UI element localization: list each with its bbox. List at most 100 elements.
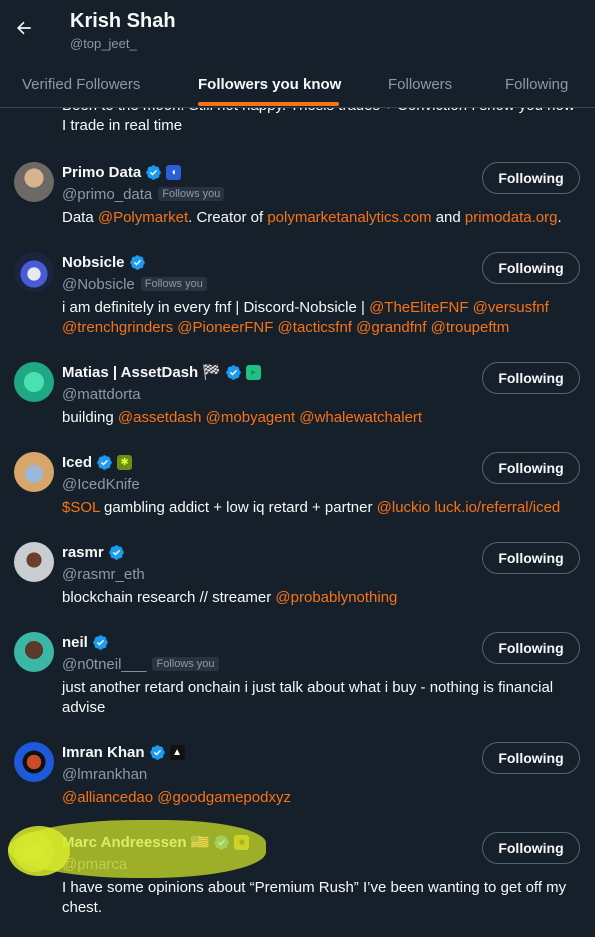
avatar[interactable] — [14, 162, 54, 202]
bio-link[interactable]: primodata.org — [465, 209, 558, 226]
back-button[interactable] — [12, 16, 36, 40]
handle-line: @mattdorta — [62, 384, 141, 404]
user-bio: $SOL gambling addict + low iq retard + p… — [62, 498, 586, 518]
tab-followers[interactable]: Followers — [388, 60, 452, 108]
bio-text: I have some opinions about “Premium Rush… — [62, 879, 567, 916]
handle-line: @pmarca — [62, 854, 127, 874]
verified-badge-icon — [149, 744, 165, 760]
bio-link[interactable]: @luckio — [377, 499, 431, 516]
avatar[interactable] — [14, 832, 54, 872]
affiliation-badge-icon[interactable]: ▸ — [246, 364, 262, 380]
verified-badge-icon — [129, 254, 145, 270]
bio-link[interactable]: @trenchgrinders — [62, 319, 173, 336]
user-row[interactable]: Iced ✱ @IcedKnife $SOL gambling addict + lo… — [0, 452, 595, 542]
avatar[interactable] — [14, 362, 54, 402]
bio-link[interactable]: luck.io/referral/iced — [434, 499, 560, 516]
user-name[interactable]: Imran Khan — [62, 744, 145, 761]
bio-link[interactable]: @mobyagent — [206, 409, 295, 426]
user-handle[interactable]: @IcedKnife — [62, 476, 140, 493]
following-button[interactable]: Following — [482, 452, 580, 484]
bio-link[interactable]: @whalewatchalert — [299, 409, 422, 426]
bio-link[interactable]: @grandfnf — [356, 319, 426, 336]
handle-line: @lmrankhan — [62, 764, 147, 784]
name-line: Nobsicle — [62, 252, 146, 272]
bio-text: building — [62, 409, 118, 426]
bio-link[interactable]: @versusfnf — [473, 299, 549, 316]
following-button[interactable]: Following — [482, 542, 580, 574]
user-handle[interactable]: @pmarca — [62, 856, 127, 873]
following-button[interactable]: Following — [482, 632, 580, 664]
profile-header: Krish Shah @top_jeet_ Verified Followers… — [0, 0, 595, 108]
tab-verified-followers[interactable]: Verified Followers — [22, 60, 140, 108]
name-line: rasmr — [62, 542, 125, 562]
user-name[interactable]: rasmr — [62, 544, 104, 561]
tab-bar: Verified Followers Followers you know Fo… — [0, 60, 595, 108]
tab-following[interactable]: Following — [505, 60, 568, 108]
bio-link[interactable]: @tacticsfnf — [278, 319, 352, 336]
bio-text: . Creator of — [188, 209, 268, 226]
bio-link[interactable]: @troupeftm — [431, 319, 510, 336]
follows-you-badge: Follows you — [158, 187, 225, 201]
user-name[interactable]: neil — [62, 634, 88, 651]
tab-followers-you-know[interactable]: Followers you know — [198, 60, 341, 108]
affiliation-badge-icon[interactable]: ✱ — [117, 454, 133, 470]
bio-link[interactable]: @goodgamepodxyz — [157, 789, 291, 806]
bio-link[interactable]: $SOL — [62, 499, 100, 516]
bio-link[interactable]: @assetdash — [118, 409, 202, 426]
affiliation-badge-icon[interactable]: ▲ — [169, 744, 185, 760]
verified-badge-icon — [93, 634, 108, 650]
user-row[interactable]: rasmr @rasmr_eth blockchain research // st… — [0, 542, 595, 632]
following-button[interactable]: Following — [482, 162, 580, 194]
user-handle[interactable]: @primo_data — [62, 186, 152, 203]
user-row[interactable]: Marc Andreessen 🇺🇸 ■ @pmarca I have some op… — [0, 832, 595, 922]
name-line: Imran Khan ▲ — [62, 742, 185, 762]
name-line: Primo Data ◖ — [62, 162, 182, 182]
following-button[interactable]: Following — [482, 362, 580, 394]
user-bio: Data @Polymarket. Creator of polymarketa… — [62, 208, 586, 228]
avatar[interactable] — [14, 452, 54, 492]
user-row[interactable]: Imran Khan ▲ @lmrankhan @alliancedao @goodg… — [0, 742, 595, 832]
user-row[interactable]: Primo Data ◖ @primo_data Follows you Data @P… — [0, 162, 595, 252]
user-handle[interactable]: @rasmr_eth — [62, 566, 145, 583]
user-name[interactable]: Matias | AssetDash 🏁 — [62, 363, 221, 381]
bio-link[interactable]: @PioneerFNF — [177, 319, 273, 336]
follows-you-badge: Follows you — [140, 277, 207, 291]
user-handle[interactable]: @Nobsicle — [62, 276, 135, 293]
user-name[interactable]: Nobsicle — [62, 254, 125, 271]
handle-line: @n0tneil___ Follows you — [62, 654, 219, 674]
handle-line: @IcedKnife — [62, 474, 140, 494]
verified-badge-icon — [108, 544, 124, 560]
following-button[interactable]: Following — [482, 252, 580, 284]
bio-link[interactable]: @alliancedao — [62, 789, 153, 806]
profile-handle: @top_jeet_ — [70, 36, 137, 51]
user-row[interactable]: Matias | AssetDash 🏁 ▸ @mattdorta building … — [0, 362, 595, 452]
user-name[interactable]: Iced — [62, 454, 92, 471]
avatar[interactable] — [14, 252, 54, 292]
following-button[interactable]: Following — [482, 742, 580, 774]
avatar[interactable] — [14, 632, 54, 672]
user-handle[interactable]: @mattdorta — [62, 386, 141, 403]
affiliation-badge-icon[interactable]: ◖ — [166, 164, 182, 180]
user-name[interactable]: Primo Data — [62, 164, 141, 181]
bio-link[interactable]: polymarketanalytics.com — [267, 209, 431, 226]
following-button[interactable]: Following — [482, 832, 580, 864]
user-row[interactable]: Nobsicle @Nobsicle Follows you i am definit… — [0, 252, 595, 342]
avatar[interactable] — [14, 542, 54, 582]
profile-name: Krish Shah — [70, 10, 176, 32]
user-row[interactable]: neil @n0tneil___ Follows you just another r… — [0, 632, 595, 722]
bio-link[interactable]: @probablynothing — [275, 589, 397, 606]
user-handle[interactable]: @n0tneil___ — [62, 656, 146, 673]
user-bio: @alliancedao @goodgamepodxyz — [62, 788, 586, 808]
avatar[interactable] — [14, 742, 54, 782]
bio-text: gambling addict + low iq retard + partne… — [99, 499, 377, 516]
bio-text: just another retard onchain i just talk … — [62, 679, 554, 716]
verified-badge-icon — [226, 364, 241, 380]
bio-link[interactable]: @Polymarket — [98, 209, 188, 226]
name-line: Marc Andreessen 🇺🇸 ■ — [62, 832, 250, 852]
handle-line: @Nobsicle Follows you — [62, 274, 207, 294]
user-handle[interactable]: @lmrankhan — [62, 766, 147, 783]
bio-link[interactable]: @TheEliteFNF — [369, 299, 468, 316]
affiliation-badge-icon[interactable]: ■ — [234, 834, 250, 850]
user-name[interactable]: Marc Andreessen 🇺🇸 — [62, 833, 209, 851]
name-line: Iced ✱ — [62, 452, 133, 472]
